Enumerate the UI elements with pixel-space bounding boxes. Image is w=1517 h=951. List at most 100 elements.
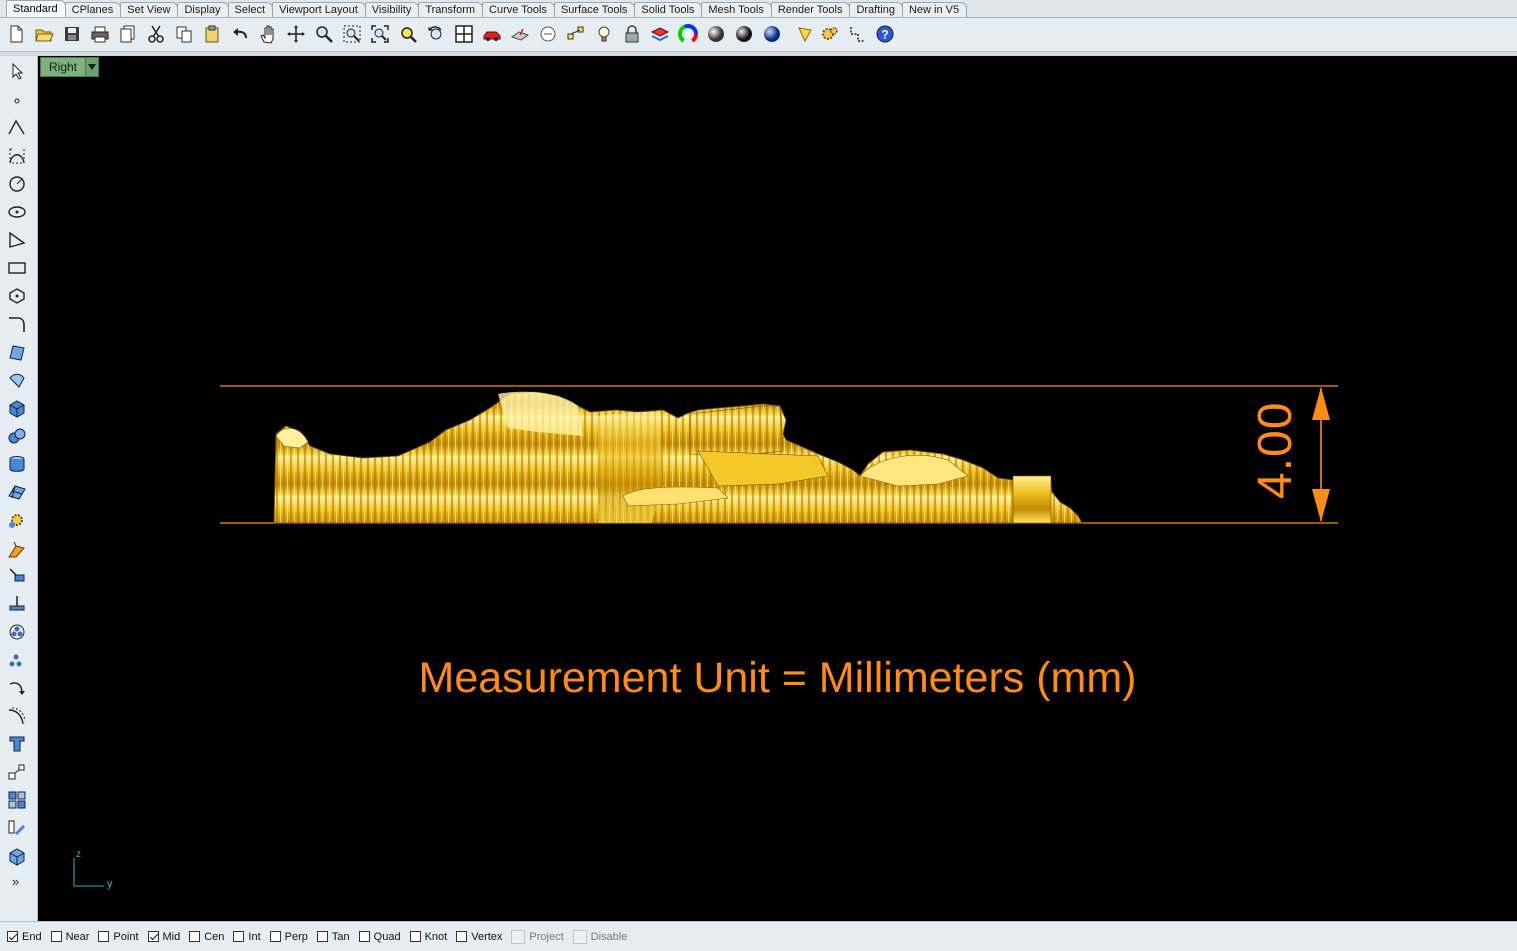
polyline-icon[interactable] xyxy=(6,117,28,139)
text-icon[interactable] xyxy=(6,733,28,755)
tab-drafting[interactable]: Drafting xyxy=(849,2,903,17)
material-sphere-icon[interactable] xyxy=(761,23,783,45)
light-bulb-icon[interactable] xyxy=(593,23,615,45)
snap-disable-checkbox[interactable] xyxy=(572,929,587,944)
four-viewports-icon[interactable] xyxy=(453,23,475,45)
array-icon[interactable] xyxy=(6,649,28,671)
boolean-union-icon[interactable] xyxy=(6,425,28,447)
offset-curve-icon[interactable] xyxy=(6,705,28,727)
open-file-icon[interactable] xyxy=(33,23,55,45)
render-icon[interactable] xyxy=(795,23,817,45)
pan-hand-icon[interactable] xyxy=(257,23,279,45)
more-tools-chevron-icon[interactable]: » xyxy=(12,874,19,889)
snap-cen[interactable]: Cen xyxy=(189,931,224,943)
zoom-window-icon[interactable] xyxy=(341,23,363,45)
select-arrow-icon[interactable] xyxy=(6,60,28,82)
right-viewport[interactable]: Right 4.00 Measurement Unit = Millimeter… xyxy=(38,56,1517,921)
snap-perp[interactable]: Perp xyxy=(269,931,308,943)
snap-end[interactable]: End xyxy=(7,931,42,943)
snap-mid-checkbox[interactable] xyxy=(147,931,159,942)
snap-point-checkbox[interactable] xyxy=(98,931,110,942)
mesh-icon[interactable] xyxy=(6,481,28,503)
block-icon[interactable] xyxy=(6,845,28,867)
tab-render-tools[interactable]: Render Tools xyxy=(770,2,851,17)
group-icon[interactable] xyxy=(6,621,28,643)
blend-curve-icon[interactable] xyxy=(6,677,28,699)
car-icon[interactable] xyxy=(481,23,503,45)
extrude-icon[interactable] xyxy=(6,539,28,561)
tab-mesh-tools[interactable]: Mesh Tools xyxy=(701,2,772,17)
help-icon[interactable]: ? xyxy=(874,23,896,45)
tab-curve-tools[interactable]: Curve Tools xyxy=(482,2,555,17)
snap-vertex-checkbox[interactable] xyxy=(456,931,468,942)
ellipse-icon[interactable] xyxy=(6,201,28,223)
new-file-icon[interactable] xyxy=(5,23,27,45)
zoom-icon[interactable] xyxy=(313,23,335,45)
tab-new-in-v5[interactable]: New in V5 xyxy=(901,2,968,17)
dimension-icon[interactable] xyxy=(847,23,869,45)
viewport-title-tab[interactable]: Right xyxy=(40,57,100,77)
viewport-menu-arrow-icon[interactable] xyxy=(85,58,99,76)
polygon-icon[interactable] xyxy=(6,285,28,307)
snap-int[interactable]: Int xyxy=(233,931,261,943)
tab-visibility[interactable]: Visibility xyxy=(364,2,420,17)
viewport-title[interactable]: Right xyxy=(41,60,85,74)
zoom-selected-icon[interactable] xyxy=(397,23,419,45)
layer-icon[interactable] xyxy=(649,23,671,45)
snap-end-checkbox[interactable] xyxy=(7,931,18,942)
snap-perp-checkbox[interactable] xyxy=(269,931,281,942)
split-icon[interactable] xyxy=(6,593,28,615)
transform-icon[interactable] xyxy=(6,565,28,587)
point-icon[interactable] xyxy=(6,88,28,110)
solid-tools-icon[interactable] xyxy=(6,509,28,531)
copy-icon[interactable] xyxy=(173,23,195,45)
cylinder-solid-icon[interactable] xyxy=(6,453,28,475)
undo-icon[interactable] xyxy=(229,23,251,45)
arc-icon[interactable] xyxy=(6,229,28,251)
surface-loft-icon[interactable] xyxy=(6,369,28,391)
cut-icon[interactable] xyxy=(145,23,167,45)
explode-icon[interactable] xyxy=(6,789,28,811)
trim-icon[interactable] xyxy=(6,817,28,839)
snap-cen-checkbox[interactable] xyxy=(189,931,201,942)
import-icon[interactable] xyxy=(117,23,139,45)
snap-disable[interactable]: Disable xyxy=(572,929,627,944)
snap-point[interactable]: Point xyxy=(98,931,139,943)
snap-tan[interactable]: Tan xyxy=(316,931,350,943)
print-icon[interactable] xyxy=(89,23,111,45)
paste-icon[interactable] xyxy=(201,23,223,45)
render-sphere-icon[interactable] xyxy=(705,23,727,45)
snap-knot-checkbox[interactable] xyxy=(409,931,421,942)
snap-near-checkbox[interactable] xyxy=(50,931,62,942)
tab-cplanes[interactable]: CPlanes xyxy=(64,2,122,17)
curve-fillet-icon[interactable] xyxy=(6,313,28,335)
tab-select[interactable]: Select xyxy=(227,2,274,17)
snap-mid[interactable]: Mid xyxy=(147,931,180,943)
surface-corners-icon[interactable] xyxy=(6,341,28,363)
rectangle-icon[interactable] xyxy=(6,257,28,279)
osnap-icon[interactable] xyxy=(537,23,559,45)
circle-icon[interactable] xyxy=(6,173,28,195)
tab-display[interactable]: Display xyxy=(177,2,229,17)
tab-surface-tools[interactable]: Surface Tools xyxy=(553,2,636,17)
curve-icon[interactable] xyxy=(6,145,28,167)
snap-quad-checkbox[interactable] xyxy=(358,931,370,942)
options-gear-icon[interactable] xyxy=(819,23,841,45)
snap-project-checkbox[interactable] xyxy=(511,929,526,944)
zoom-extents-icon[interactable] xyxy=(369,23,391,45)
tab-solid-tools[interactable]: Solid Tools xyxy=(634,2,703,17)
box-solid-icon[interactable] xyxy=(6,397,28,419)
snap-quad[interactable]: Quad xyxy=(358,931,401,943)
lock-icon[interactable] xyxy=(621,23,643,45)
tab-standard[interactable]: Standard xyxy=(6,0,66,17)
undo-view-icon[interactable] xyxy=(425,23,447,45)
snap-near[interactable]: Near xyxy=(50,931,89,943)
snap-knot[interactable]: Knot xyxy=(409,931,447,943)
tab-viewport-layout[interactable]: Viewport Layout xyxy=(272,2,366,17)
cplane-icon[interactable] xyxy=(509,23,531,45)
snap-project[interactable]: Project xyxy=(511,929,564,944)
shaded-sphere-icon[interactable] xyxy=(733,23,755,45)
snap-tan-checkbox[interactable] xyxy=(316,931,328,942)
tab-transform[interactable]: Transform xyxy=(418,2,484,17)
select-points-icon[interactable] xyxy=(565,23,587,45)
